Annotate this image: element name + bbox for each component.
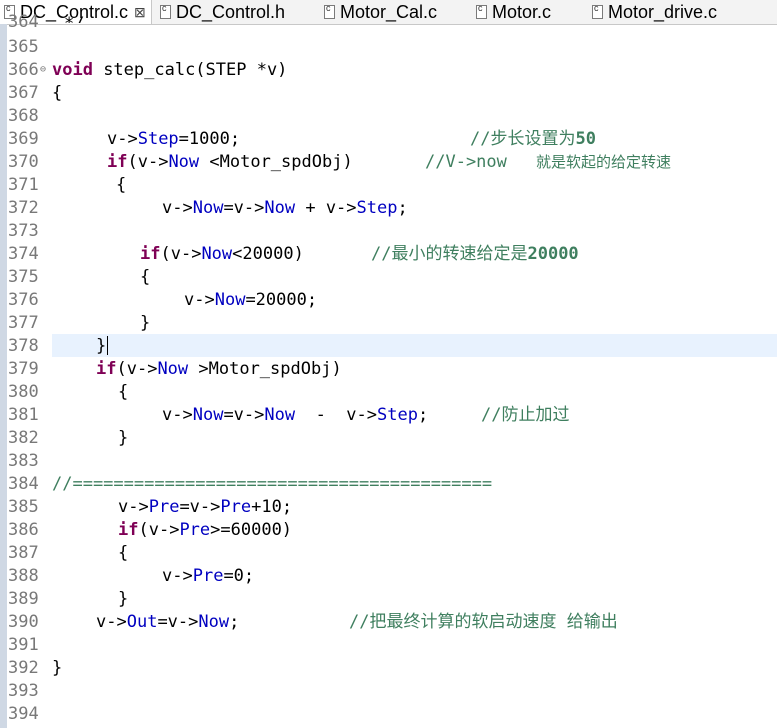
code-comment: //把最终计算的软启动速度 给输出 [349, 612, 618, 632]
code-line: { [140, 267, 151, 287]
code-line: */ [64, 13, 84, 23]
code-comment: //V->now [425, 152, 507, 172]
code-line: { [116, 175, 127, 195]
code-line: v->Now=v->Now + v->Step; [162, 198, 408, 218]
code-comment: //步长设置为50 [470, 129, 596, 149]
code-line: } [52, 658, 63, 678]
code-line: if(v->Pre>=60000) [118, 520, 293, 540]
code-line: v->Out=v->Now; [96, 612, 240, 632]
code-line: { [52, 83, 63, 103]
code-comment: 就是软起的给定转速 [536, 153, 672, 171]
code-line: if(v->Now >Motor_spdObj) [96, 359, 342, 379]
code-line: v->Step=1000; [107, 129, 241, 149]
code-comment: //======================================… [52, 474, 493, 494]
code-line: } [118, 589, 129, 609]
code-line: void step_calc(STEP *v) [52, 60, 288, 80]
code-line: { [118, 382, 129, 402]
code-line: if(v->Now<20000) [140, 244, 304, 264]
code-line: if(v->Now <Motor_spdObj) [107, 152, 353, 172]
code-line: v->Now=v->Now - v->Step; [162, 405, 429, 425]
code-editor[interactable]: */ void step_calc(STEP *v) { v->Step=100… [0, 0, 777, 728]
text-caret [107, 336, 108, 355]
code-comment: //最小的转速给定是20000 [371, 244, 579, 264]
code-comment: //防止加过 [481, 405, 570, 425]
code-line: v->Pre=0; [162, 566, 255, 586]
code-line: v->Pre=v->Pre+10; [118, 497, 293, 517]
code-line: { [118, 543, 129, 563]
code-line: } [118, 428, 129, 448]
code-line: } [96, 336, 107, 356]
code-line: } [140, 313, 151, 333]
code-line: v->Now=20000; [184, 290, 318, 310]
